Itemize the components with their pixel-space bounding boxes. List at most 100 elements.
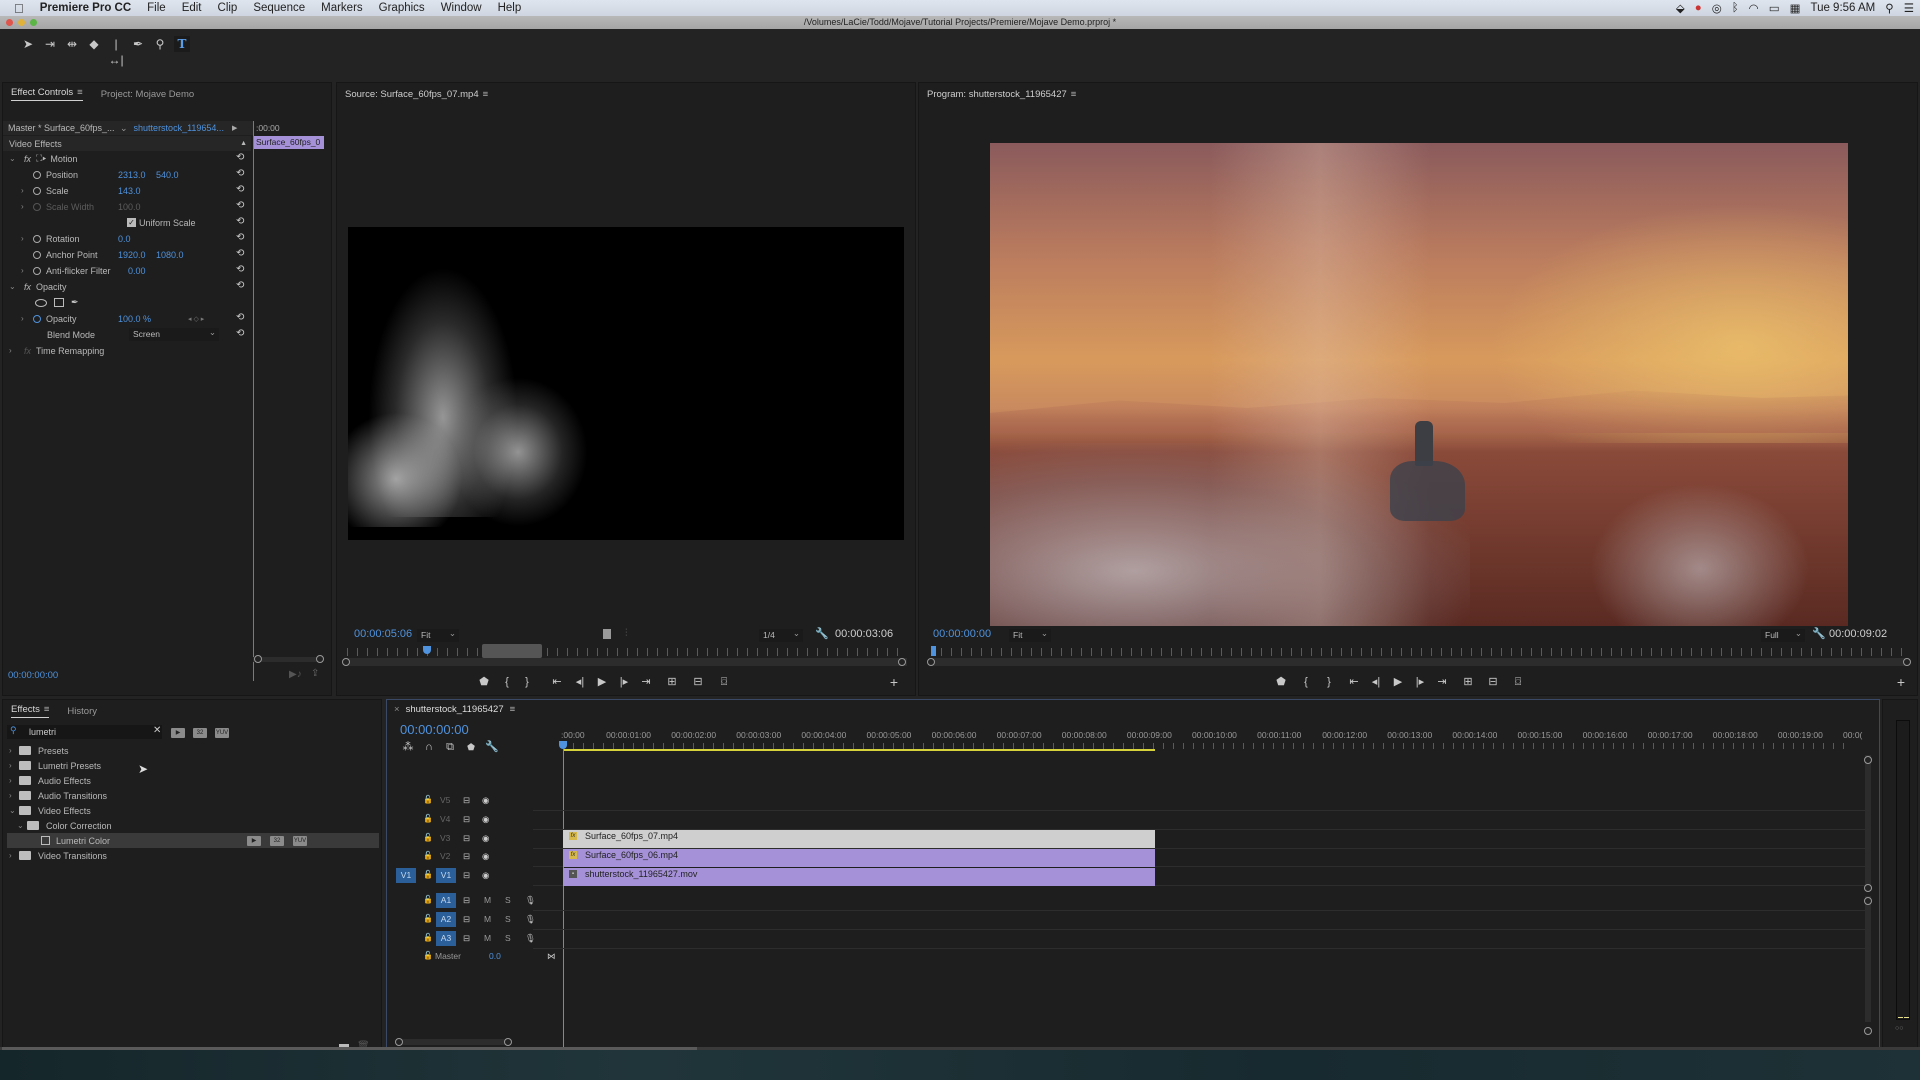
ec-playhead[interactable] bbox=[253, 121, 254, 681]
sequence-clip-label[interactable]: shutterstock_119654... bbox=[134, 123, 224, 133]
calendar-icon[interactable]: ▦ bbox=[1790, 1, 1801, 15]
wrench-icon[interactable]: 🔧 bbox=[1812, 627, 1826, 640]
yuv-effects-filter-icon[interactable]: YUV bbox=[215, 728, 229, 738]
track-target-v5[interactable]: V5 bbox=[440, 795, 450, 805]
tab-history[interactable]: History bbox=[67, 706, 97, 717]
sync-lock-icon[interactable]: ⊟ bbox=[463, 870, 470, 881]
position-x-value[interactable]: 2313.0 bbox=[118, 170, 156, 180]
stopwatch-icon[interactable] bbox=[33, 186, 41, 195]
fx-icon[interactable]: fx bbox=[24, 154, 31, 164]
ellipse-mask-icon[interactable] bbox=[35, 298, 47, 307]
reset-icon[interactable]: ⟲ bbox=[236, 153, 246, 163]
scroll-handle-left[interactable] bbox=[927, 658, 935, 666]
timeline-settings-wrench-icon[interactable]: 🔧 bbox=[485, 740, 499, 754]
drag-video-icon[interactable] bbox=[603, 629, 611, 639]
type-tool-icon[interactable]: T bbox=[174, 36, 190, 52]
program-timecode[interactable]: 00:00:00:00 bbox=[933, 628, 991, 640]
solo-button[interactable]: S bbox=[505, 895, 511, 905]
menu-help[interactable]: Help bbox=[490, 2, 530, 14]
effect-time-remapping[interactable]: › fx Time Remapping bbox=[3, 343, 104, 358]
stopwatch-icon[interactable] bbox=[33, 170, 41, 179]
program-resolution-dropdown[interactable]: Full bbox=[1761, 627, 1805, 642]
clear-search-icon[interactable]: ✕ bbox=[153, 725, 161, 736]
solo-button[interactable]: S bbox=[505, 933, 511, 943]
ripple-edit-tool-icon[interactable]: ⇹ bbox=[64, 36, 80, 52]
menu-window[interactable]: Window bbox=[433, 2, 490, 14]
mark-in-icon[interactable]: { bbox=[500, 675, 514, 689]
timeline-zoom-scroll[interactable] bbox=[397, 1039, 507, 1045]
stopwatch-icon[interactable] bbox=[33, 266, 41, 275]
lock-icon[interactable]: 🔓 bbox=[423, 870, 433, 879]
voice-over-mic-icon[interactable]: 🎙 bbox=[525, 933, 536, 944]
work-area-bar[interactable] bbox=[563, 749, 1156, 751]
reset-icon[interactable]: ⟲ bbox=[236, 281, 246, 291]
antiflicker-value[interactable]: 0.00 bbox=[128, 266, 146, 276]
source-time-ruler[interactable] bbox=[347, 648, 907, 656]
source-zoom-dropdown[interactable]: Fit bbox=[417, 627, 459, 642]
source-patch-v1[interactable]: V1 bbox=[396, 868, 416, 884]
linked-selection-icon[interactable]: ⧉ bbox=[443, 740, 457, 754]
apple-menu-icon[interactable]:  bbox=[0, 1, 32, 16]
mute-button[interactable]: M bbox=[484, 933, 491, 943]
zoom-window-button[interactable] bbox=[30, 19, 37, 26]
source-resolution-dropdown[interactable]: 1/4 bbox=[759, 627, 803, 642]
menu-app-name[interactable]: Premiere Pro CC bbox=[32, 2, 139, 14]
reset-icon[interactable]: ⟲ bbox=[236, 265, 246, 275]
pen-tool-icon[interactable]: ✒ bbox=[130, 36, 146, 52]
stopwatch-icon[interactable] bbox=[33, 250, 41, 259]
chevron-down-icon[interactable]: ⌄ bbox=[9, 806, 19, 815]
tree-item-audio-effects[interactable]: › Audio Effects bbox=[9, 773, 91, 788]
video-tracks-scrollbar[interactable] bbox=[1865, 755, 1871, 887]
position-y-value[interactable]: 540.0 bbox=[156, 170, 179, 180]
chevron-right-icon[interactable]: › bbox=[21, 234, 33, 243]
effect-opacity[interactable]: ⌄ fx Opacity bbox=[3, 279, 67, 294]
accelerated-effects-filter-icon[interactable]: ▶ bbox=[171, 728, 185, 738]
scroll-handle-bottom[interactable] bbox=[1864, 884, 1872, 892]
track-target-v2[interactable]: V2 bbox=[440, 851, 450, 861]
lock-icon[interactable]: 🔓 bbox=[423, 895, 433, 904]
zoom-handle-right[interactable] bbox=[316, 655, 324, 663]
tab-effects[interactable]: Effects ≡ bbox=[11, 704, 50, 718]
program-monitor-title[interactable]: Program: shutterstock_11965427 ≡ bbox=[927, 89, 1076, 100]
track-target-a1[interactable]: A1 bbox=[436, 893, 456, 908]
toggle-output-eye-icon[interactable]: ◉ bbox=[482, 851, 489, 862]
lock-icon[interactable]: 🔓 bbox=[423, 851, 433, 860]
chevron-right-icon[interactable]: › bbox=[9, 746, 19, 755]
notification-center-icon[interactable]: ☰ bbox=[1904, 1, 1914, 15]
show-timeline-icon[interactable]: ▶ bbox=[232, 124, 237, 132]
source-monitor-title[interactable]: Source: Surface_60fps_07.mp4 ≡ bbox=[345, 89, 488, 100]
panel-menu-icon[interactable]: ≡ bbox=[44, 704, 50, 715]
anchor-y-value[interactable]: 1080.0 bbox=[156, 250, 184, 260]
source-video-frame[interactable] bbox=[348, 227, 904, 540]
source-timecode[interactable]: 00:00:05:06 bbox=[354, 628, 412, 640]
sync-lock-icon[interactable]: ⊟ bbox=[463, 851, 470, 862]
scroll-handle-top[interactable] bbox=[1864, 756, 1872, 764]
scale-value[interactable]: 143.0 bbox=[118, 186, 141, 196]
sync-lock-icon[interactable]: ⊟ bbox=[463, 933, 470, 944]
close-tab-icon[interactable]: × bbox=[394, 704, 400, 715]
track-target-v1[interactable]: V1 bbox=[436, 868, 456, 884]
rotation-value[interactable]: 0.0 bbox=[118, 234, 131, 244]
selection-tool-icon[interactable]: ➤ bbox=[20, 36, 36, 52]
timeline-clip[interactable]: fx Surface_60fps_06.mp4 bbox=[563, 848, 1156, 867]
zoom-handle-left[interactable] bbox=[395, 1038, 403, 1046]
program-playhead[interactable] bbox=[931, 646, 936, 656]
scroll-handle-right[interactable] bbox=[898, 658, 906, 666]
chevron-right-icon[interactable]: › bbox=[9, 346, 19, 355]
panel-menu-icon[interactable]: ≡ bbox=[1071, 89, 1077, 100]
button-editor-plus-icon[interactable]: + bbox=[887, 675, 901, 689]
lock-icon[interactable]: 🔓 bbox=[423, 914, 433, 923]
lock-icon[interactable]: 🔓 bbox=[423, 795, 433, 804]
add-marker-icon[interactable]: ⬟ bbox=[464, 740, 478, 754]
anchor-x-value[interactable]: 1920.0 bbox=[118, 250, 156, 260]
program-time-ruler[interactable] bbox=[931, 648, 1907, 656]
uniform-scale-checkbox[interactable]: ✓ Uniform Scale bbox=[127, 215, 196, 230]
creative-cloud-icon[interactable]: ● bbox=[1695, 2, 1702, 14]
track-target-v3[interactable]: V3 bbox=[440, 833, 450, 843]
export-frame-icon[interactable]: ⌼ bbox=[717, 675, 731, 689]
menu-sequence[interactable]: Sequence bbox=[245, 2, 313, 14]
zoom-handle-right[interactable] bbox=[504, 1038, 512, 1046]
fx-icon[interactable]: fx bbox=[24, 282, 31, 292]
chevron-right-icon[interactable]: › bbox=[9, 776, 19, 785]
zoom-handle-left[interactable] bbox=[254, 655, 262, 663]
